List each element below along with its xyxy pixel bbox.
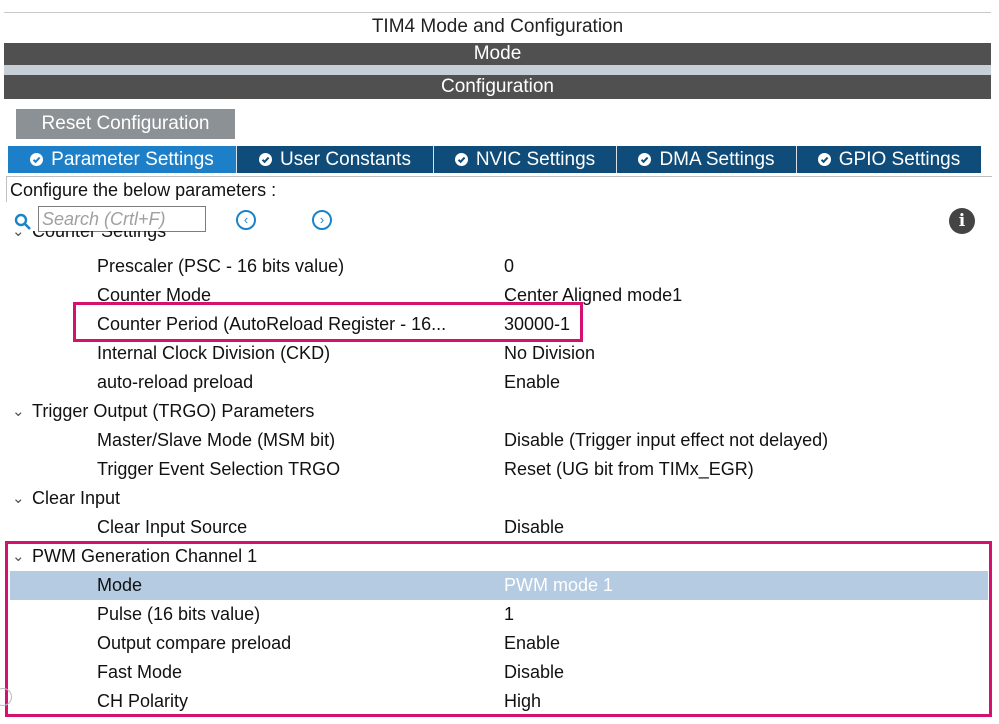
tab-nvic-settings[interactable]: NVIC Settings: [434, 146, 617, 173]
highlight-box-pwm-channel: [5, 541, 992, 717]
tab-label: DMA Settings: [659, 148, 775, 170]
tree-row-clock-division[interactable]: Internal Clock Division (CKD) No Divisio…: [10, 339, 988, 368]
tree-row-master-slave-mode[interactable]: Master/Slave Mode (MSM bit) Disable (Tri…: [10, 426, 988, 455]
check-circle-icon: [817, 153, 831, 166]
tab-label: GPIO Settings: [838, 148, 961, 170]
param-name: Prescaler (PSC - 16 bits value): [97, 256, 345, 276]
tree-row-clear-input-source[interactable]: Clear Input Source Disable: [10, 513, 988, 542]
check-circle-icon: [638, 153, 652, 166]
tree-group-counter-settings[interactable]: ⌄ Counter Settings: [10, 231, 988, 246]
tab-parameter-settings[interactable]: Parameter Settings: [8, 146, 237, 173]
param-value[interactable]: Disable: [504, 513, 564, 542]
tab-gpio-settings[interactable]: GPIO Settings: [797, 146, 981, 173]
search-input[interactable]: Search (Crtl+F): [38, 206, 206, 232]
tab-label: Parameter Settings: [51, 148, 214, 170]
chevron-right-icon[interactable]: ›: [312, 210, 332, 230]
tree-group-trgo[interactable]: ⌄ Trigger Output (TRGO) Parameters: [10, 397, 988, 426]
chevron-down-icon[interactable]: ⌄: [12, 397, 25, 426]
tree-group-clear-input[interactable]: ⌄ Clear Input: [10, 484, 988, 513]
settings-tab-bar: Parameter Settings User Constants NVIC S…: [8, 146, 981, 173]
tab-dma-settings[interactable]: DMA Settings: [617, 146, 797, 173]
param-value[interactable]: Enable: [504, 368, 560, 397]
tab-user-constants[interactable]: User Constants: [237, 146, 434, 173]
instructions-text: Configure the below parameters :: [6, 176, 992, 202]
tree-row-trigger-event[interactable]: Trigger Event Selection TRGO Reset (UG b…: [10, 455, 988, 484]
chevron-down-icon[interactable]: ⌄: [12, 484, 25, 513]
highlight-box-counter-period: [73, 302, 583, 342]
group-label: Clear Input: [32, 488, 121, 508]
check-circle-icon: [454, 153, 468, 166]
tab-label: User Constants: [280, 148, 411, 170]
param-value[interactable]: Reset (UG bit from TIMx_EGR): [504, 455, 754, 484]
group-label: Trigger Output (TRGO) Parameters: [32, 401, 315, 421]
param-name: Master/Slave Mode (MSM bit): [97, 430, 336, 450]
chevron-left-icon[interactable]: ‹: [236, 210, 256, 230]
param-name: auto-reload preload: [97, 372, 254, 392]
tree-row-auto-reload-preload[interactable]: auto-reload preload Enable: [10, 368, 988, 397]
param-value[interactable]: No Division: [504, 339, 595, 368]
check-circle-icon: [30, 153, 44, 166]
param-name: Clear Input Source: [97, 517, 248, 537]
chevron-down-icon[interactable]: ⌄: [12, 231, 25, 246]
param-name: Internal Clock Division (CKD): [97, 343, 331, 363]
param-value[interactable]: Disable (Trigger input effect not delaye…: [504, 426, 828, 455]
tab-label: NVIC Settings: [475, 148, 596, 170]
reset-configuration-button[interactable]: Reset Configuration: [16, 109, 235, 139]
group-label: Counter Settings: [32, 231, 167, 241]
window-title: TIM4 Mode and Configuration: [4, 12, 991, 41]
tree-row-prescaler[interactable]: Prescaler (PSC - 16 bits value) 0: [10, 252, 988, 281]
param-name: Trigger Event Selection TRGO: [97, 459, 341, 479]
param-value[interactable]: 0: [504, 252, 514, 281]
check-circle-icon: [259, 153, 273, 166]
mode-section-header[interactable]: Mode: [4, 43, 991, 65]
configuration-section-header[interactable]: Configuration: [4, 75, 991, 99]
section-separator: [4, 65, 991, 75]
